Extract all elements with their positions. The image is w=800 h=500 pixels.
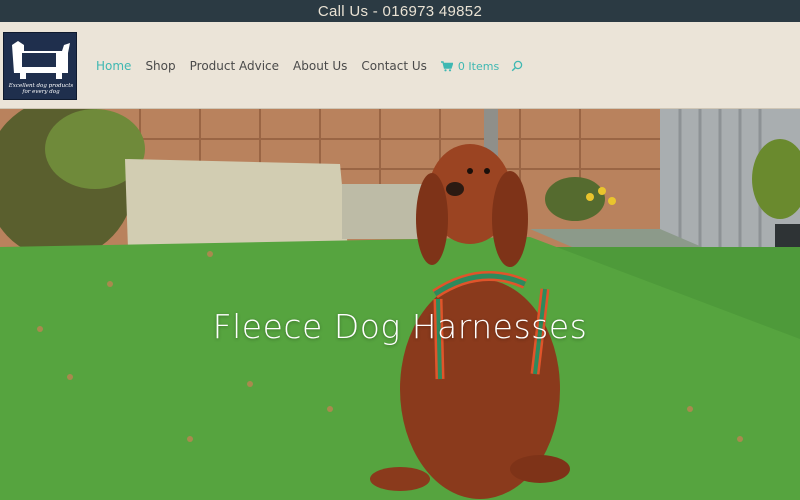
hero-title: Fleece Dog Harnesses — [212, 307, 588, 346]
site-logo[interactable]: eDog Excellent dog products for every do… — [3, 32, 77, 100]
search-button[interactable] — [511, 60, 523, 72]
search-icon — [511, 60, 523, 72]
hero-banner: Fleece Dog Harnesses — [0, 109, 800, 500]
nav-item-shop[interactable]: Shop — [145, 59, 175, 73]
nav-item-home[interactable]: Home — [96, 59, 131, 73]
phone-number[interactable]: Call Us - 016973 49852 — [318, 3, 482, 20]
hero-background-image — [0, 109, 800, 500]
shopping-cart-icon — [440, 60, 453, 71]
logo-tagline: Excellent dog products for every dog — [8, 83, 74, 95]
nav-item-about-us[interactable]: About Us — [293, 59, 347, 73]
main-navigation: Home Shop Product Advice About Us Contac… — [96, 59, 523, 73]
nav-item-contact-us[interactable]: Contact Us — [361, 59, 427, 73]
logo-brand-text: eDog — [26, 55, 44, 62]
cart-link[interactable]: 0 Items — [440, 59, 500, 73]
cart-count-label: 0 Items — [457, 59, 500, 73]
site-header: eDog Excellent dog products for every do… — [0, 22, 800, 109]
nav-item-product-advice[interactable]: Product Advice — [190, 59, 279, 73]
top-contact-bar: Call Us - 016973 49852 — [0, 0, 800, 22]
